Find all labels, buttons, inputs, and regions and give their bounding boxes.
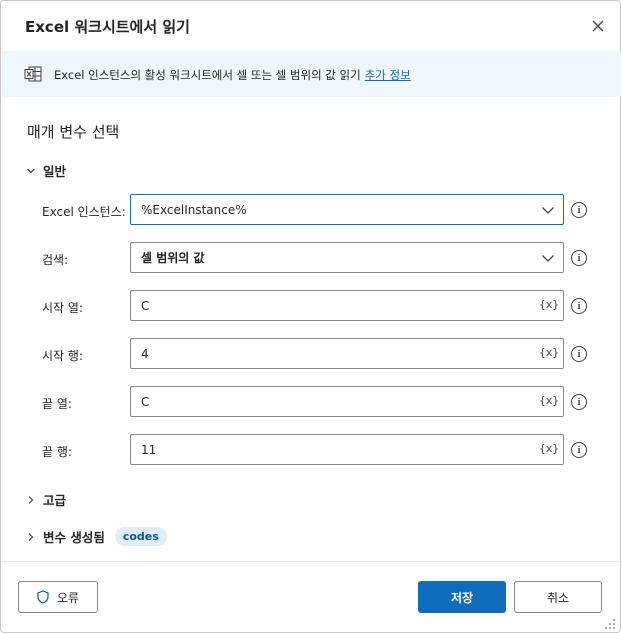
start-column-input[interactable]: C {x} <box>130 290 564 321</box>
info-bar: Excel 인스턴스의 활성 워크시트에서 셀 또는 셀 범위의 값 읽기 추가 … <box>2 51 621 97</box>
info-icon[interactable]: i <box>571 250 587 266</box>
info-icon[interactable]: i <box>571 202 587 218</box>
info-icon[interactable]: i <box>571 298 587 314</box>
end-column-input[interactable]: C {x} <box>130 386 564 417</box>
general-group-label: 일반 <box>43 164 67 179</box>
cancel-button[interactable]: 취소 <box>514 581 602 613</box>
excel-instance-label: Excel 인스턴스: <box>42 205 126 219</box>
save-button[interactable]: 저장 <box>418 581 506 613</box>
info-icon[interactable]: i <box>571 346 587 362</box>
start-column-label: 시작 열: <box>42 301 83 315</box>
close-icon <box>592 20 604 32</box>
dialog: Excel 워크시트에서 읽기 Excel 인스턴스의 활성 워크시트에서 셀 … <box>0 0 621 633</box>
variable-picker-button[interactable]: {x} <box>539 394 559 407</box>
start-row-value: 4 <box>141 346 149 361</box>
advanced-group-toggle[interactable]: 고급 <box>25 490 66 509</box>
excel-instance-value: %ExcelInstance% <box>141 202 247 217</box>
end-row-input[interactable]: 11 {x} <box>130 434 564 465</box>
errors-button[interactable]: 오류 <box>18 581 98 613</box>
variable-badge[interactable]: codes <box>114 527 167 546</box>
variable-picker-button[interactable]: {x} <box>539 442 559 455</box>
start-row-label: 시작 행: <box>42 349 83 363</box>
resize-grip-icon[interactable] <box>604 618 616 630</box>
variables-group-label: 변수 생성됨 <box>43 530 105 545</box>
start-row-input[interactable]: 4 {x} <box>130 338 564 369</box>
chevron-down-icon <box>542 255 554 262</box>
general-group-toggle[interactable]: 일반 <box>25 161 66 180</box>
variable-picker-button[interactable]: {x} <box>539 346 559 359</box>
excel-sheet-icon <box>24 66 42 82</box>
dialog-title: Excel 워크시트에서 읽기 <box>25 18 190 36</box>
excel-instance-dropdown[interactable]: %ExcelInstance% <box>130 194 564 225</box>
variable-picker-button[interactable]: {x} <box>539 298 559 311</box>
variables-group-toggle[interactable]: 변수 생성됨 codes <box>25 527 167 546</box>
dialog-header: Excel 워크시트에서 읽기 <box>1 1 620 51</box>
end-column-value: C <box>141 394 150 409</box>
section-title: 매개 변수 선택 <box>27 123 120 141</box>
close-button[interactable] <box>586 14 610 38</box>
chevron-right-icon <box>25 494 37 506</box>
retrieve-dropdown[interactable]: 셀 범위의 값 <box>130 242 564 273</box>
chevron-down-icon <box>25 165 37 177</box>
info-icon[interactable]: i <box>571 394 587 410</box>
info-icon[interactable]: i <box>571 442 587 458</box>
end-row-value: 11 <box>141 442 157 457</box>
retrieve-label: 검색: <box>42 253 69 267</box>
shield-icon <box>37 590 49 604</box>
errors-label: 오류 <box>56 590 80 605</box>
start-column-value: C <box>141 298 150 313</box>
end-column-label: 끝 열: <box>42 397 72 411</box>
chevron-right-icon <box>25 531 37 543</box>
retrieve-value: 셀 범위의 값 <box>141 251 205 265</box>
learn-more-link[interactable]: 추가 정보 <box>365 68 411 82</box>
footer-divider <box>2 561 621 562</box>
advanced-group-label: 고급 <box>43 493 67 508</box>
end-row-label: 끝 행: <box>42 445 72 459</box>
info-text: Excel 인스턴스의 활성 워크시트에서 셀 또는 셀 범위의 값 읽기 추가 … <box>54 67 411 83</box>
info-description: Excel 인스턴스의 활성 워크시트에서 셀 또는 셀 범위의 값 읽기 <box>54 68 361 82</box>
chevron-down-icon <box>542 207 554 214</box>
